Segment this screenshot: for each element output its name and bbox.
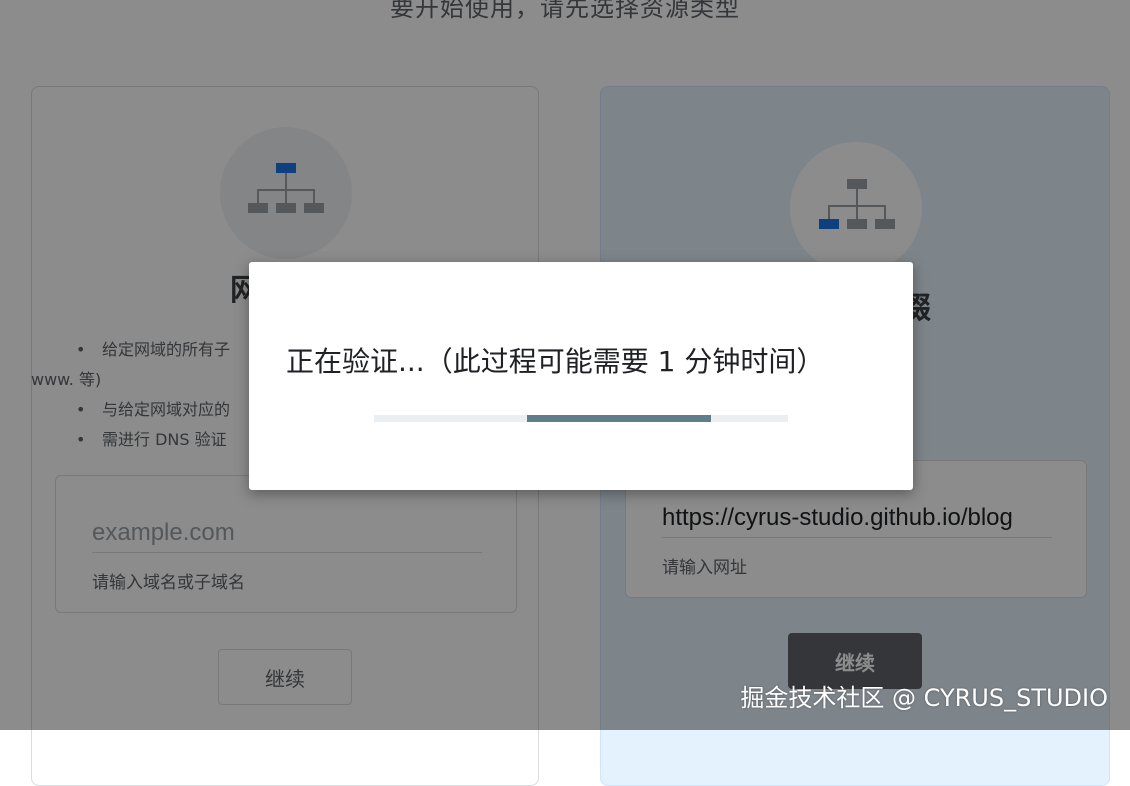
search-console-property-page: 要开始使用，请先选择资源类型 网域 给定网域的所有子 www. 等) 与给定网域… <box>0 0 1130 786</box>
verification-message: 正在验证...（此过程可能需要 1 分钟时间） <box>286 345 825 378</box>
progress-track <box>374 415 788 422</box>
verification-dialog: 正在验证...（此过程可能需要 1 分钟时间） <box>249 262 913 490</box>
progress-bar <box>527 415 712 422</box>
watermark: 掘金技术社区 @ CYRUS_STUDIO <box>740 684 1108 712</box>
